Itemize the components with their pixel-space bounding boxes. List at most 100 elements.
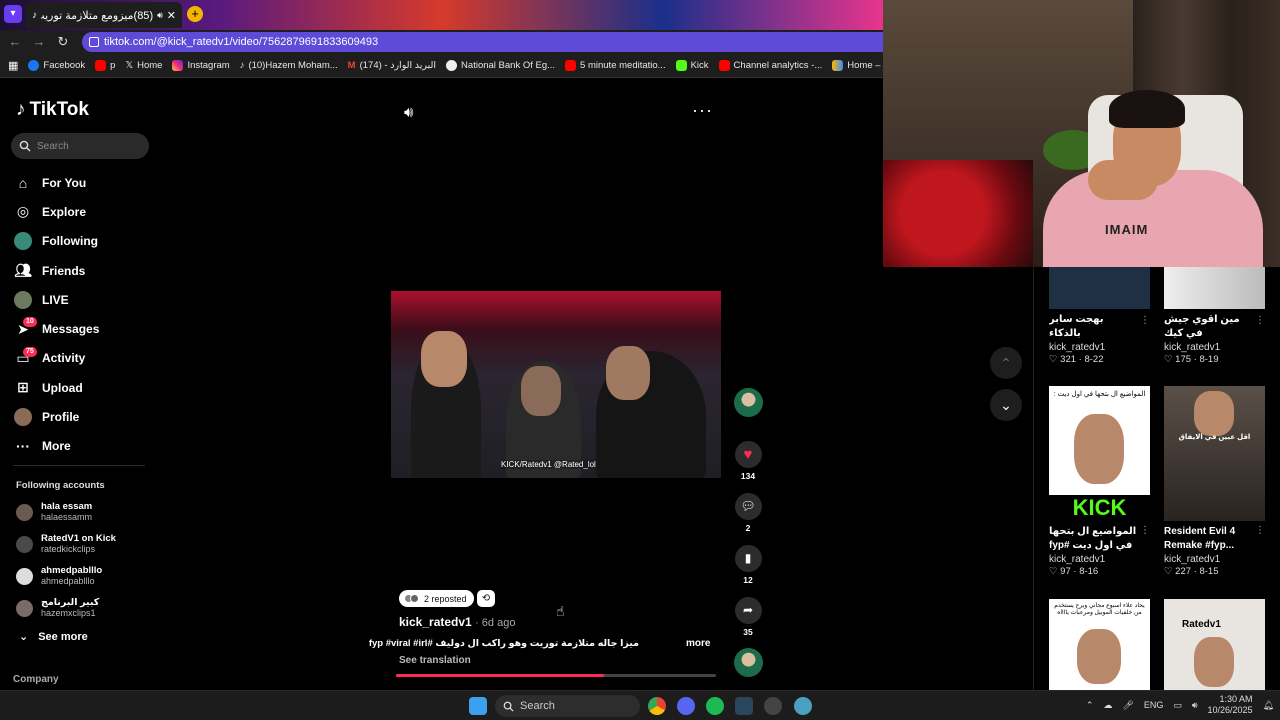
share-button[interactable]: ➦ 35 bbox=[733, 597, 763, 637]
bookmark-label: Kick bbox=[690, 60, 709, 71]
bookmark-instagram[interactable]: Instagram bbox=[172, 60, 230, 71]
video-card[interactable]: ⋮ مين اقوي جيش في كيك #ratedlive... kick… bbox=[1164, 267, 1265, 365]
reposted-pill[interactable]: 2 reposted bbox=[399, 590, 474, 607]
sound-disc[interactable] bbox=[733, 648, 763, 677]
account-item[interactable]: RatedV1 on Kick ratedkickclips bbox=[16, 528, 156, 560]
account-item[interactable]: ahmedpablllo ahmedpablllo bbox=[16, 560, 156, 592]
bookmark-tiktok-hazem[interactable]: ♪ (10)Hazem Moham... bbox=[240, 60, 338, 71]
kebab-icon[interactable]: ⋮ bbox=[1140, 315, 1150, 326]
more-options-icon[interactable]: ··· bbox=[692, 100, 713, 121]
post-age: · 6d ago bbox=[475, 617, 516, 629]
search-input[interactable]: Search bbox=[11, 133, 149, 159]
tiktok-logo[interactable]: ♪ TikTok bbox=[16, 99, 89, 121]
bookmark-kick[interactable]: Kick bbox=[675, 60, 709, 71]
repost-avatars bbox=[404, 593, 420, 604]
bookmark-google-ads[interactable]: Home – Google Ad... bbox=[832, 60, 883, 71]
kebab-icon[interactable]: ⋮ bbox=[1140, 525, 1150, 536]
video-card[interactable]: ⋮ بهجت سابر بالذكاء الاسطناعي ... kick_r… bbox=[1049, 267, 1150, 365]
nav-profile[interactable]: Profile bbox=[14, 402, 154, 431]
browser-app-icon[interactable] bbox=[794, 697, 812, 715]
account-item[interactable]: hala essam halaessamm bbox=[16, 496, 156, 528]
onedrive-icon[interactable]: ☁︎ bbox=[1103, 700, 1112, 711]
site-info-icon[interactable] bbox=[89, 37, 99, 47]
browser-tab[interactable]: ♪ (85)ميزومع متلازمة توريت خ 🔊︎ ✕ bbox=[26, 2, 182, 28]
video-card[interactable]: المواضيع ال بتحها في اول ديت : KICK ⋮ ال… bbox=[1049, 386, 1150, 577]
steam-icon[interactable] bbox=[735, 697, 753, 715]
nav-explore[interactable]: ◎ Explore bbox=[14, 197, 154, 226]
back-button[interactable]: ← bbox=[6, 33, 24, 51]
comment-button[interactable]: 💬︎ 2 bbox=[733, 493, 763, 533]
kebab-icon[interactable]: ⋮ bbox=[1255, 525, 1265, 536]
chevron-up-icon[interactable]: ⌃ bbox=[1086, 700, 1094, 711]
bookmark-nbe[interactable]: National Bank Of Eg... bbox=[446, 60, 555, 71]
nav-friends[interactable]: 👥︎ Friends bbox=[14, 256, 154, 285]
new-tab-button[interactable]: + bbox=[187, 6, 203, 22]
description-more-button[interactable]: more bbox=[686, 638, 710, 649]
spotify-icon[interactable] bbox=[706, 697, 724, 715]
bookmark-facebook[interactable]: Facebook bbox=[28, 60, 85, 71]
video-progress-fill bbox=[396, 674, 604, 677]
nav-live[interactable]: LIVE bbox=[14, 285, 154, 314]
bookmark-gmail[interactable]: M البريد الوارد - (174) bbox=[348, 60, 436, 71]
ellipsis-icon: ··· bbox=[16, 438, 30, 455]
app-icon[interactable] bbox=[764, 697, 782, 715]
video-likes: 321 bbox=[1060, 354, 1077, 365]
following-accounts-list: hala essam halaessamm RatedV1 on Kick rate… bbox=[16, 496, 156, 624]
mouse-cursor-icon: ☝︎ bbox=[556, 603, 565, 619]
bookmark-channel-analytics[interactable]: Channel analytics -... bbox=[718, 60, 822, 71]
nav-for-you[interactable]: ⌂ For You bbox=[14, 168, 154, 197]
youtube-icon bbox=[95, 60, 107, 71]
volume-icon[interactable]: 🔊︎ bbox=[404, 104, 413, 121]
nav-messages[interactable]: ➤ 10 Messages bbox=[14, 314, 154, 343]
apps-grid-icon[interactable]: ▦ bbox=[8, 59, 18, 72]
account-item[interactable]: كبير البرنامج hazemxclips1 bbox=[16, 592, 156, 624]
video-player[interactable]: KICK/Ratedv1 @Rated_lol bbox=[391, 291, 721, 478]
company-link[interactable]: Company bbox=[13, 674, 59, 685]
discord-icon[interactable] bbox=[677, 697, 695, 715]
nav-activity[interactable]: ▭ 75 Activity bbox=[14, 344, 154, 373]
url-field[interactable]: tiktok.com/@kick_ratedv1/video/756287969… bbox=[82, 32, 883, 52]
nav-label: Profile bbox=[42, 410, 80, 425]
system-tray: ⌃ ☁︎ 🎤︎ ENG ▭ 🔊︎ 1:30 AM 10/26/2025 🔔︎ bbox=[1086, 694, 1274, 716]
webcam-shirt-text: IMAIM bbox=[1105, 222, 1149, 237]
see-translation-link[interactable]: See translation bbox=[399, 655, 471, 666]
clock[interactable]: 1:30 AM 10/26/2025 bbox=[1208, 694, 1253, 716]
nav-more[interactable]: ··· More bbox=[14, 432, 154, 461]
bookmark-home-x[interactable]: 𝕏 Home bbox=[125, 60, 162, 71]
nav-following[interactable]: Following bbox=[14, 227, 154, 256]
mic-icon[interactable]: 🎤︎ bbox=[1122, 700, 1133, 711]
previous-video-button[interactable]: ⌃ bbox=[990, 347, 1022, 379]
see-more-button[interactable]: ⌄ See more bbox=[19, 630, 88, 644]
network-icon[interactable]: ▭ bbox=[1173, 700, 1182, 711]
bookmark-p[interactable]: p bbox=[95, 60, 115, 71]
video-date: 8-15 bbox=[1199, 566, 1219, 577]
comment-icon: 💬︎ bbox=[734, 493, 762, 520]
repost-icon[interactable]: ⟲ bbox=[477, 590, 495, 607]
kebab-icon[interactable]: ⋮ bbox=[1255, 315, 1265, 326]
video-thumbnail: Ratedv1 bbox=[1164, 599, 1265, 690]
tab-close-icon[interactable]: ✕ bbox=[167, 9, 176, 22]
language-indicator[interactable]: ENG bbox=[1144, 700, 1164, 710]
taskbar-search[interactable]: Search bbox=[495, 695, 640, 717]
video-card[interactable]: اقل عبين في الايفاق ⋮ Resident Evil 4 Re… bbox=[1164, 386, 1265, 577]
nav-label: More bbox=[42, 439, 71, 454]
heart-outline-icon: ♡ bbox=[1049, 566, 1058, 577]
like-button[interactable]: ♥ 134 bbox=[733, 441, 763, 481]
video-author[interactable]: kick_ratedv1 · 6d ago bbox=[399, 615, 515, 629]
save-button[interactable]: ▮ 12 bbox=[733, 545, 763, 585]
forward-button[interactable]: → bbox=[30, 33, 48, 51]
windows-start-icon[interactable] bbox=[469, 697, 487, 715]
next-video-button[interactable]: ⌄ bbox=[990, 389, 1022, 421]
volume-tray-icon[interactable]: 🔊︎ bbox=[1192, 700, 1198, 711]
bookmark-meditation[interactable]: 5 minute meditatio... bbox=[565, 60, 666, 71]
chrome-icon[interactable] bbox=[648, 697, 666, 715]
nav-upload[interactable]: ⊞ Upload bbox=[14, 373, 154, 402]
video-date: 8-19 bbox=[1199, 354, 1219, 365]
creator-avatar[interactable] bbox=[733, 388, 763, 417]
tab-menu-button[interactable]: ▾ bbox=[4, 5, 22, 23]
reload-button[interactable]: ↻ bbox=[54, 33, 72, 51]
video-progress-bar[interactable] bbox=[396, 674, 716, 677]
video-card[interactable]: Ratedv1 bbox=[1164, 599, 1265, 690]
video-card[interactable]: يحاد علاء اسبوع مجاني ويرح يستخدم من خلف… bbox=[1049, 599, 1150, 690]
notification-icon[interactable]: 🔔︎ bbox=[1263, 700, 1274, 711]
